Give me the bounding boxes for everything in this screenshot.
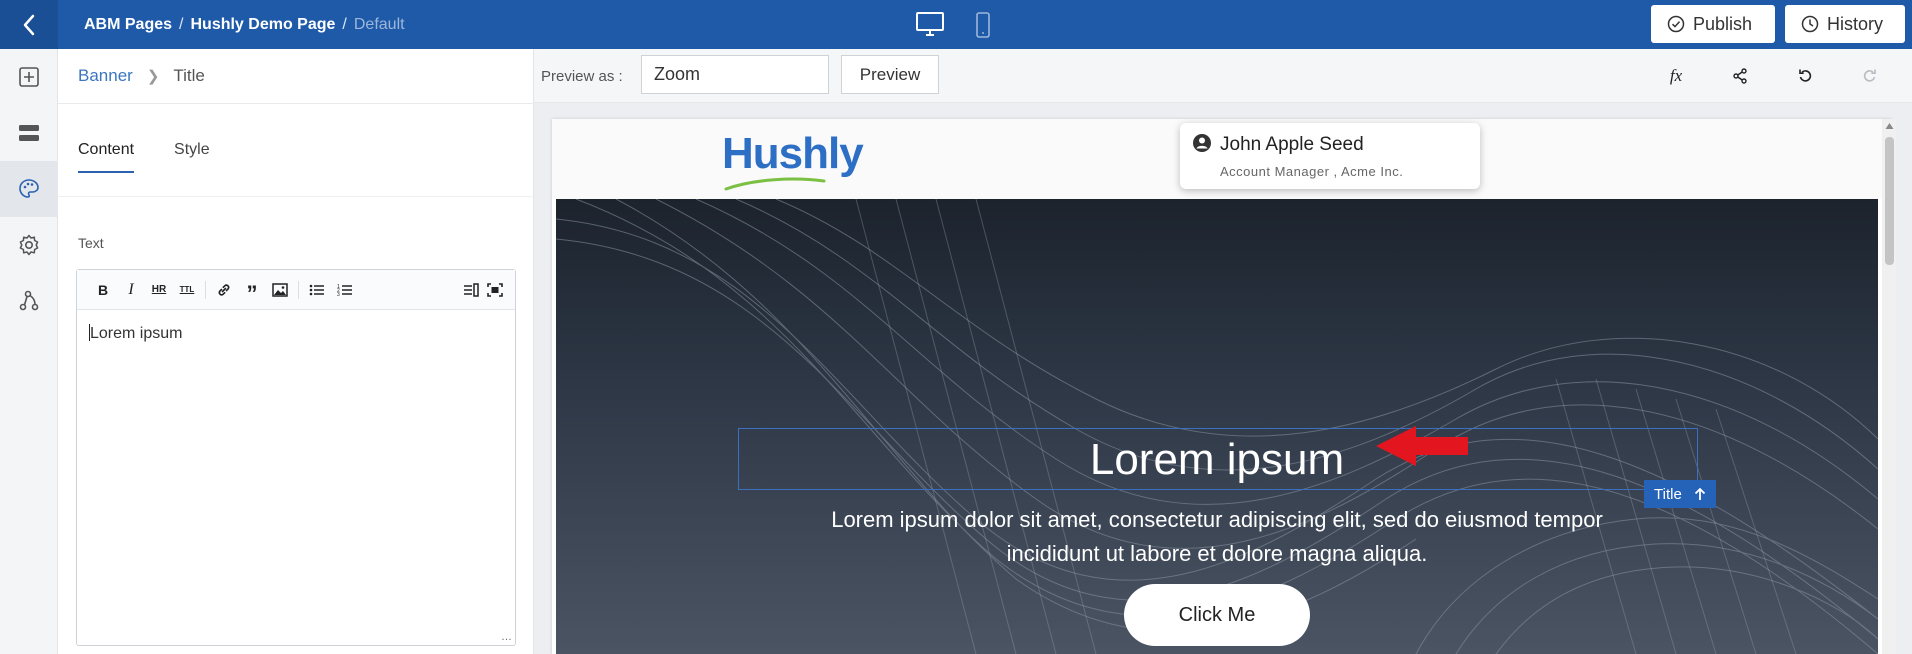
preview-toolbar: Preview as : Preview fx xyxy=(534,49,1912,103)
user-avatar-icon xyxy=(1193,134,1211,152)
undo-icon xyxy=(1799,69,1812,82)
fx-icon: fx xyxy=(1669,66,1683,85)
numbered-list-icon: 123 xyxy=(337,284,352,297)
tabs-divider xyxy=(58,196,534,197)
arrow-up-icon[interactable] xyxy=(1694,487,1706,501)
layers-icon xyxy=(19,125,39,141)
numbered-list-button[interactable]: 123 xyxy=(331,276,359,304)
rich-text-editor: B I HR TTL ” 123 Lorem ipsum … xyxy=(76,269,516,646)
scrollbar-thumb[interactable] xyxy=(1885,137,1894,265)
breadcrumb-separator: / xyxy=(342,15,347,33)
banner-description: Lorem ipsum dolor sit amet, consectetur … xyxy=(756,503,1678,571)
chevron-left-icon xyxy=(23,14,35,35)
desktop-icon xyxy=(916,12,944,36)
top-bar: ABM Pages / Hushly Demo Page / Default P… xyxy=(0,0,1912,49)
hushly-logo[interactable]: Hushly xyxy=(722,129,864,179)
user-role: Account Manager , Acme Inc. xyxy=(1220,164,1404,179)
share-icon xyxy=(1733,68,1747,84)
image-icon xyxy=(272,282,288,297)
share-button[interactable] xyxy=(1725,61,1755,91)
breadcrumb-demo-page[interactable]: Hushly Demo Page xyxy=(190,16,335,34)
tab-content[interactable]: Content xyxy=(78,103,135,197)
title-badge-label: Title xyxy=(1654,485,1682,503)
side-panel-icon xyxy=(464,283,479,297)
panel-breadcrumb-title: Title xyxy=(173,66,205,85)
click-me-button[interactable]: Click Me xyxy=(1124,584,1310,646)
side-by-side-button[interactable] xyxy=(459,276,483,304)
rte-toolbar-right xyxy=(459,276,507,304)
italic-button[interactable]: I xyxy=(117,276,145,304)
tab-style[interactable]: Style xyxy=(174,103,210,197)
toolbar-separator xyxy=(298,280,299,299)
link-icon xyxy=(218,283,230,296)
rte-text-area[interactable]: Lorem ipsum xyxy=(77,310,515,645)
palette-icon xyxy=(19,179,39,198)
user-card[interactable]: John Apple Seed Account Manager , Acme I… xyxy=(1180,123,1480,189)
desktop-view-button[interactable] xyxy=(915,10,945,38)
preview-scrollbar[interactable] xyxy=(1882,119,1896,654)
panel-breadcrumb: Banner ❯ Title xyxy=(78,49,205,103)
redo-icon xyxy=(1863,69,1876,82)
panel-tabs: Content Style xyxy=(78,103,210,197)
page-preview: Hushly John Apple Seed Account Manager ,… xyxy=(552,119,1892,654)
rte-toolbar: B I HR TTL ” 123 xyxy=(77,270,515,310)
left-rail xyxy=(0,49,58,654)
banner-description-line: Lorem ipsum dolor sit amet, consectetur … xyxy=(831,507,1603,532)
mobile-icon xyxy=(976,12,990,38)
horizontal-rule-button[interactable]: HR xyxy=(145,276,173,304)
resize-handle[interactable]: … xyxy=(501,631,512,643)
back-button[interactable] xyxy=(0,0,58,49)
image-button[interactable] xyxy=(266,276,294,304)
fullscreen-icon xyxy=(487,283,503,297)
formula-button[interactable]: fx xyxy=(1661,61,1691,91)
check-circle-icon xyxy=(1667,15,1685,33)
editor-panel: Banner ❯ Title Content Style Text B I HR… xyxy=(58,49,534,654)
mobile-view-button[interactable] xyxy=(973,10,993,40)
banner-title[interactable]: Lorem ipsum xyxy=(556,435,1878,485)
preview-as-input[interactable] xyxy=(641,55,829,94)
history-label: History xyxy=(1827,13,1884,34)
breadcrumb-abm-pages[interactable]: ABM Pages xyxy=(84,16,172,34)
breadcrumb: ABM Pages / Hushly Demo Page / Default xyxy=(84,0,405,49)
rail-style[interactable] xyxy=(0,161,58,217)
bullet-list-icon xyxy=(309,284,324,295)
history-button[interactable]: History xyxy=(1785,5,1905,43)
toolbar-separator xyxy=(205,280,206,299)
publish-label: Publish xyxy=(1693,13,1753,34)
bold-button[interactable]: B xyxy=(89,276,117,304)
fullscreen-button[interactable] xyxy=(483,276,507,304)
svg-text:3: 3 xyxy=(337,292,340,297)
rte-text-value: Lorem ipsum xyxy=(90,325,183,342)
publish-button[interactable]: Publish xyxy=(1651,5,1775,43)
chevron-right-icon: ❯ xyxy=(146,68,160,85)
panel-breadcrumb-banner[interactable]: Banner xyxy=(78,66,133,86)
rail-settings[interactable] xyxy=(0,217,58,273)
banner-description-line: incididunt ut labore et dolore magna ali… xyxy=(1006,541,1428,566)
rail-layers[interactable] xyxy=(0,105,58,161)
link-button[interactable] xyxy=(210,276,238,304)
title-format-button[interactable]: TTL xyxy=(173,276,201,304)
user-name: John Apple Seed xyxy=(1220,134,1364,155)
rail-flow[interactable] xyxy=(0,273,58,329)
logo-swoosh-icon xyxy=(724,177,826,191)
settings-icon xyxy=(19,234,39,256)
flow-icon xyxy=(19,290,39,311)
text-field-label: Text xyxy=(78,235,104,251)
quote-icon: ” xyxy=(246,280,258,306)
add-block-icon xyxy=(19,67,39,87)
undo-button[interactable] xyxy=(1790,61,1820,91)
site-header: Hushly John Apple Seed Account Manager ,… xyxy=(552,119,1892,199)
bullet-list-button[interactable] xyxy=(303,276,331,304)
redo-button[interactable] xyxy=(1855,61,1885,91)
breadcrumb-separator: / xyxy=(179,15,184,33)
preview-as-label: Preview as : xyxy=(541,67,623,85)
scroll-up-icon[interactable] xyxy=(1885,122,1894,130)
history-icon xyxy=(1801,15,1819,33)
breadcrumb-current: Default xyxy=(353,15,405,33)
preview-button[interactable]: Preview xyxy=(841,55,939,94)
rail-add-block[interactable] xyxy=(0,49,58,105)
red-annotation-arrow-icon xyxy=(1376,426,1468,466)
quote-button[interactable]: ” xyxy=(238,276,266,304)
banner-section[interactable]: Title Lorem ipsum Lorem ipsum dolor sit … xyxy=(556,199,1878,654)
